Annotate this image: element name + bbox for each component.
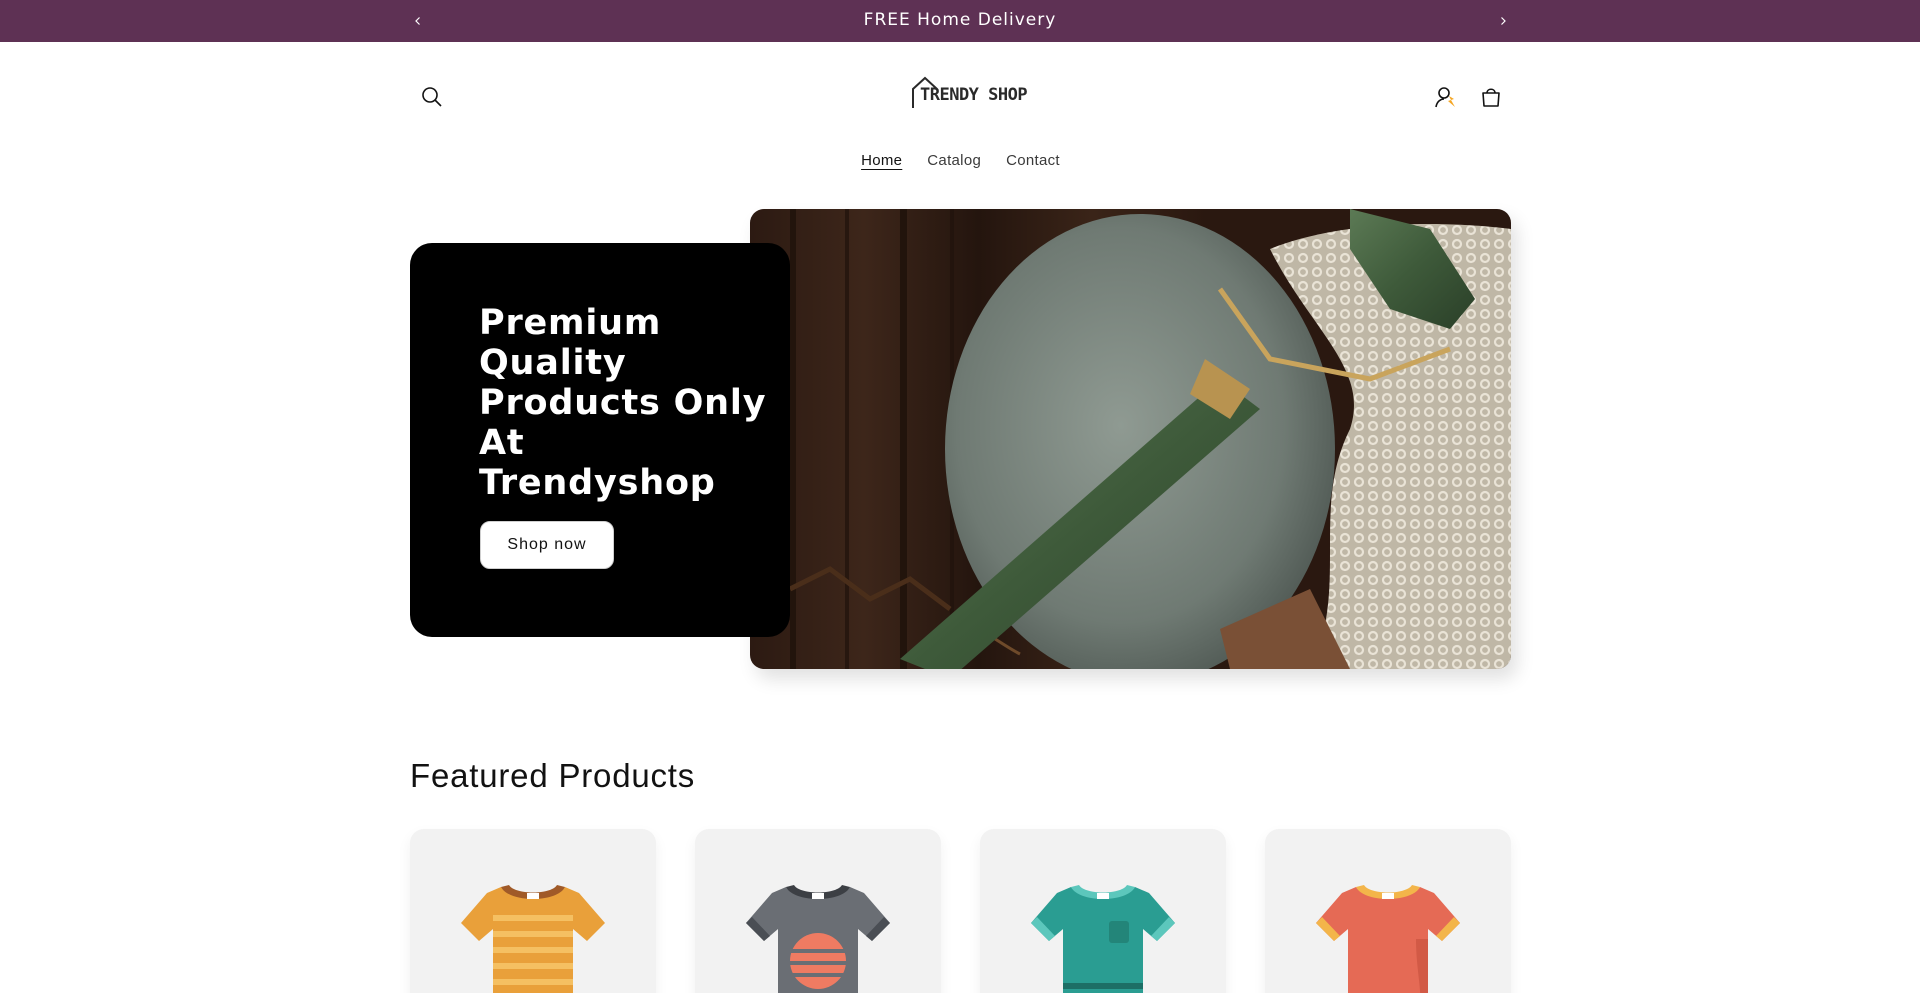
coral-tshirt-icon xyxy=(1316,885,1460,993)
gray-sunset-tshirt-icon xyxy=(746,885,890,993)
product-card[interactable] xyxy=(1265,829,1511,993)
product-card[interactable] xyxy=(980,829,1226,993)
hero-card: Premium Quality Products Only At Trendys… xyxy=(410,243,790,637)
main-nav: Home Catalog Contact xyxy=(0,152,1920,169)
cart-icon xyxy=(1482,88,1500,107)
featured-products-title: Featured Products xyxy=(410,757,696,794)
account-button[interactable] xyxy=(1429,80,1463,114)
site-logo[interactable]: TRENDY SHOP xyxy=(910,75,1028,111)
teal-pocket-tshirt-icon xyxy=(1031,885,1175,993)
nav-contact-link[interactable]: Contact xyxy=(1005,152,1060,169)
hero-heading: Premium Quality Products Only At Trendys… xyxy=(479,303,767,503)
search-icon xyxy=(422,87,442,107)
hero-image xyxy=(750,209,1511,669)
chevron-right-icon xyxy=(1501,17,1506,25)
announcement-next-button[interactable] xyxy=(1488,0,1518,42)
cart-button[interactable] xyxy=(1474,80,1508,114)
shop-now-button[interactable]: Shop now xyxy=(480,521,614,569)
nav-home-link[interactable]: Home xyxy=(860,152,902,169)
product-card[interactable] xyxy=(410,829,656,993)
announcement-message: FREE Home Delivery xyxy=(863,10,1057,30)
account-icon xyxy=(1435,87,1455,108)
search-button[interactable] xyxy=(415,80,449,114)
announcement-bar: FREE Home Delivery xyxy=(0,0,1920,42)
product-card[interactable] xyxy=(695,829,941,993)
logo-text: TRENDY SHOP xyxy=(920,85,1028,105)
orange-striped-tshirt-icon xyxy=(461,885,605,993)
nav-catalog-link[interactable]: Catalog xyxy=(926,152,981,169)
